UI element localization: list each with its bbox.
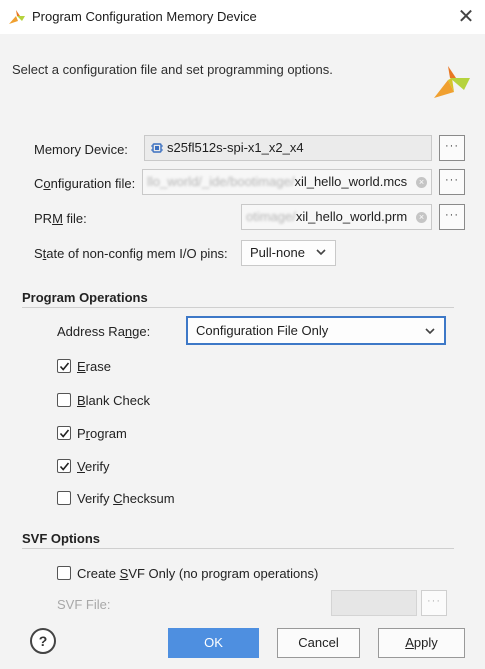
state-pins-value: Pull-none bbox=[250, 245, 305, 260]
program-checkbox[interactable]: Program bbox=[57, 425, 257, 443]
configuration-file-value: xil_hello_world.mcs bbox=[294, 174, 408, 189]
prm-file-label: PRM file: bbox=[34, 211, 87, 226]
checkbox-box[interactable] bbox=[57, 359, 71, 373]
chip-icon bbox=[151, 138, 163, 160]
address-range-label: Address Range: bbox=[57, 324, 151, 339]
checkbox-box[interactable] bbox=[57, 393, 71, 407]
state-pins-label: State of non-config mem I/O pins: bbox=[34, 246, 228, 261]
section-divider bbox=[22, 548, 454, 549]
checkbox-box[interactable] bbox=[57, 426, 71, 440]
memory-device-label: Memory Device: bbox=[34, 142, 128, 157]
blank-check-label: Blank Check bbox=[77, 393, 150, 408]
program-label: Program bbox=[77, 426, 127, 441]
prm-file-value: xil_hello_world.prm bbox=[295, 209, 408, 224]
prm-file-browse-button[interactable]: ··· bbox=[439, 204, 465, 230]
window-title: Program Configuration Memory Device bbox=[32, 9, 257, 24]
address-range-value: Configuration File Only bbox=[196, 323, 329, 338]
svf-options-title: SVF Options bbox=[22, 531, 100, 546]
address-range-select[interactable]: Configuration File Only bbox=[186, 316, 446, 345]
close-icon[interactable]: ✕ bbox=[453, 4, 479, 30]
chevron-down-icon bbox=[316, 249, 326, 256]
program-operations-title: Program Operations bbox=[22, 290, 148, 305]
section-divider bbox=[22, 307, 454, 308]
configuration-file-label: Configuration file: bbox=[34, 176, 136, 191]
checkmark-icon bbox=[59, 362, 70, 371]
erase-checkbox[interactable]: Erase bbox=[57, 358, 257, 376]
erase-label: Erase bbox=[77, 359, 111, 374]
svf-file-field[interactable] bbox=[331, 590, 417, 616]
create-svf-checkbox[interactable]: Create SVF Only (no program operations) bbox=[57, 565, 357, 583]
header-instruction: Select a configuration file and set prog… bbox=[12, 62, 333, 77]
configuration-file-browse-button[interactable]: ··· bbox=[439, 169, 465, 195]
checkbox-box[interactable] bbox=[57, 459, 71, 473]
checkbox-box[interactable] bbox=[57, 491, 71, 505]
help-button[interactable]: ? bbox=[30, 628, 56, 654]
checkbox-box[interactable] bbox=[57, 566, 71, 580]
svf-file-label: SVF File: bbox=[57, 597, 111, 612]
verify-label: Verify bbox=[77, 459, 110, 474]
prm-file-field[interactable]: otimage/xil_hello_world.prm × bbox=[241, 204, 432, 230]
verify-checksum-checkbox[interactable]: Verify Checksum bbox=[57, 490, 257, 508]
memory-device-browse-button[interactable]: ··· bbox=[439, 135, 465, 161]
configuration-file-field[interactable]: llo_world/_ide/bootimage/xil_hello_world… bbox=[142, 169, 432, 195]
svf-file-browse-button[interactable]: ··· bbox=[421, 590, 447, 616]
blank-check-checkbox[interactable]: Blank Check bbox=[57, 392, 257, 410]
verify-checksum-label: Verify Checksum bbox=[77, 491, 175, 506]
create-svf-label: Create SVF Only (no program operations) bbox=[77, 566, 319, 581]
title-bar: Program Configuration Memory Device ✕ bbox=[0, 0, 485, 34]
state-pins-select[interactable]: Pull-none bbox=[241, 240, 336, 266]
apply-button[interactable]: Apply bbox=[378, 628, 465, 658]
memory-device-field[interactable]: s25fl512s-spi-x1_x2_x4 bbox=[144, 135, 432, 161]
ok-button[interactable]: OK bbox=[168, 628, 259, 658]
clear-icon[interactable]: × bbox=[416, 177, 427, 188]
clear-icon[interactable]: × bbox=[416, 212, 427, 223]
xilinx-logo-icon bbox=[9, 10, 25, 24]
verify-checkbox[interactable]: Verify bbox=[57, 458, 257, 476]
checkmark-icon bbox=[59, 462, 70, 471]
prm-file-path-blurred: otimage/ bbox=[246, 209, 296, 224]
xilinx-logo-icon bbox=[434, 66, 470, 98]
chevron-down-icon bbox=[425, 328, 435, 335]
configuration-file-path-blurred: llo_world/_ide/bootimage/ bbox=[147, 174, 295, 189]
memory-device-value: s25fl512s-spi-x1_x2_x4 bbox=[167, 140, 304, 155]
checkmark-icon bbox=[59, 429, 70, 438]
cancel-button[interactable]: Cancel bbox=[277, 628, 360, 658]
